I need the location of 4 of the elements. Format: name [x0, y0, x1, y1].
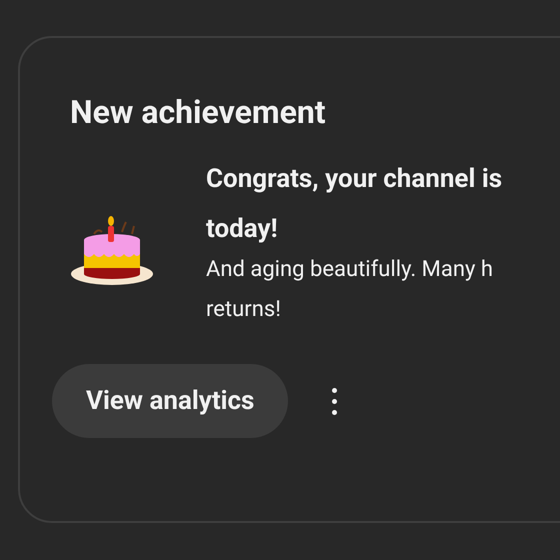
- view-analytics-button[interactable]: View analytics: [52, 364, 288, 438]
- achievement-title: Congrats, your channel is today!: [206, 163, 502, 246]
- achievement-description: And aging beautifully. Many h returns!: [206, 256, 493, 324]
- card-heading: New achievement: [70, 92, 326, 132]
